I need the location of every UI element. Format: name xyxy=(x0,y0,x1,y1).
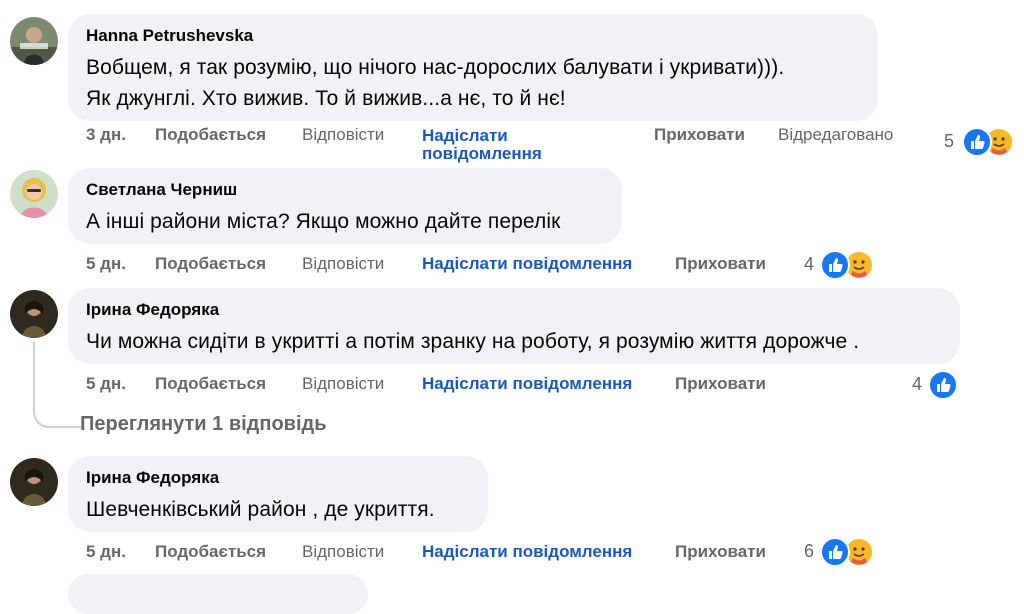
comment-text-line: Вобщем, я так розумію, що нічого нас-дор… xyxy=(86,56,785,79)
avatar-image xyxy=(10,290,58,338)
reply-thread-line xyxy=(33,342,81,428)
avatar-image xyxy=(10,17,58,65)
comment-bubble: Ірина Федоряка Шевченківський район , де… xyxy=(68,456,488,532)
hide-button[interactable]: Приховати xyxy=(675,374,766,394)
like-icon xyxy=(820,250,850,280)
comment-author[interactable]: Светлана Черниш xyxy=(86,179,604,201)
reaction-count: 4 xyxy=(804,254,815,274)
hide-button[interactable]: Приховати xyxy=(675,254,766,274)
comment-text-line: Шевченківський район , де укриття. xyxy=(86,498,435,521)
like-icon xyxy=(820,537,850,567)
reply-button[interactable]: Відповісти xyxy=(302,374,384,394)
comment-text-line: Як джунглі. Хто вижив. То й вижив...а нє… xyxy=(86,87,566,110)
reply-button[interactable]: Відповісти xyxy=(302,125,384,145)
reaction-count: 4 xyxy=(912,374,923,394)
like-icon xyxy=(928,370,958,400)
view-replies-link[interactable]: Переглянути 1 відповідь xyxy=(80,413,327,436)
reply-button[interactable]: Відповісти xyxy=(302,542,384,562)
send-message-button[interactable]: Надіслати повідомлення xyxy=(422,127,542,163)
hide-button[interactable]: Приховати xyxy=(675,542,766,562)
avatar-image xyxy=(10,170,58,218)
comment-author[interactable]: Ірина Федоряка xyxy=(86,299,942,321)
like-button[interactable]: Подобається xyxy=(155,374,266,394)
comment-author[interactable]: Ірина Федоряка xyxy=(86,467,470,489)
comment-time[interactable]: 5 дн. xyxy=(86,542,126,562)
comment-bubble: Светлана Черниш А інші райони міста? Якщ… xyxy=(68,168,622,244)
reactions-summary[interactable]: 5 xyxy=(944,127,1020,157)
send-message-button[interactable]: Надіслати повідомлення xyxy=(422,542,632,562)
reaction-count: 6 xyxy=(804,541,815,561)
reactions-summary[interactable]: 4 xyxy=(804,250,880,280)
avatar[interactable] xyxy=(10,458,58,506)
edited-label[interactable]: Відредаговано xyxy=(778,125,893,145)
next-comment-bubble xyxy=(68,574,368,614)
comment-time[interactable]: 5 дн. xyxy=(86,254,126,274)
reactions-summary[interactable]: 6 xyxy=(804,537,880,567)
reply-button[interactable]: Відповісти xyxy=(302,254,384,274)
reactions-summary[interactable]: 4 xyxy=(912,370,962,400)
avatar[interactable] xyxy=(10,290,58,338)
comment-author[interactable]: Hanna Petrushevska xyxy=(86,25,860,47)
avatar[interactable] xyxy=(10,17,58,65)
like-icon xyxy=(962,127,992,157)
comment-time[interactable]: 3 дн. xyxy=(86,125,126,145)
like-button[interactable]: Подобається xyxy=(155,125,266,145)
comment-bubble: Ірина Федоряка Чи можна сидіти в укритті… xyxy=(68,288,960,364)
send-message-button[interactable]: Надіслати повідомлення xyxy=(422,254,632,274)
send-message-button[interactable]: Надіслати повідомлення xyxy=(422,374,632,394)
avatar[interactable] xyxy=(10,170,58,218)
comment-text-line: Чи можна сидіти в укритті а потім зранку… xyxy=(86,330,860,353)
like-button[interactable]: Подобається xyxy=(155,254,266,274)
avatar-image xyxy=(10,458,58,506)
like-button[interactable]: Подобається xyxy=(155,542,266,562)
comment-text-line: А інші райони міста? Якщо можно дайте пе… xyxy=(86,210,561,233)
hide-button[interactable]: Приховати xyxy=(654,125,745,145)
send-message-label-2: повідомлення xyxy=(422,144,542,163)
reaction-count: 5 xyxy=(944,131,955,151)
comment-bubble: Hanna Petrushevska Вобщем, я так розумію… xyxy=(68,14,878,121)
send-message-label-1: Надіслати xyxy=(422,126,508,145)
comment-time[interactable]: 5 дн. xyxy=(86,374,126,394)
